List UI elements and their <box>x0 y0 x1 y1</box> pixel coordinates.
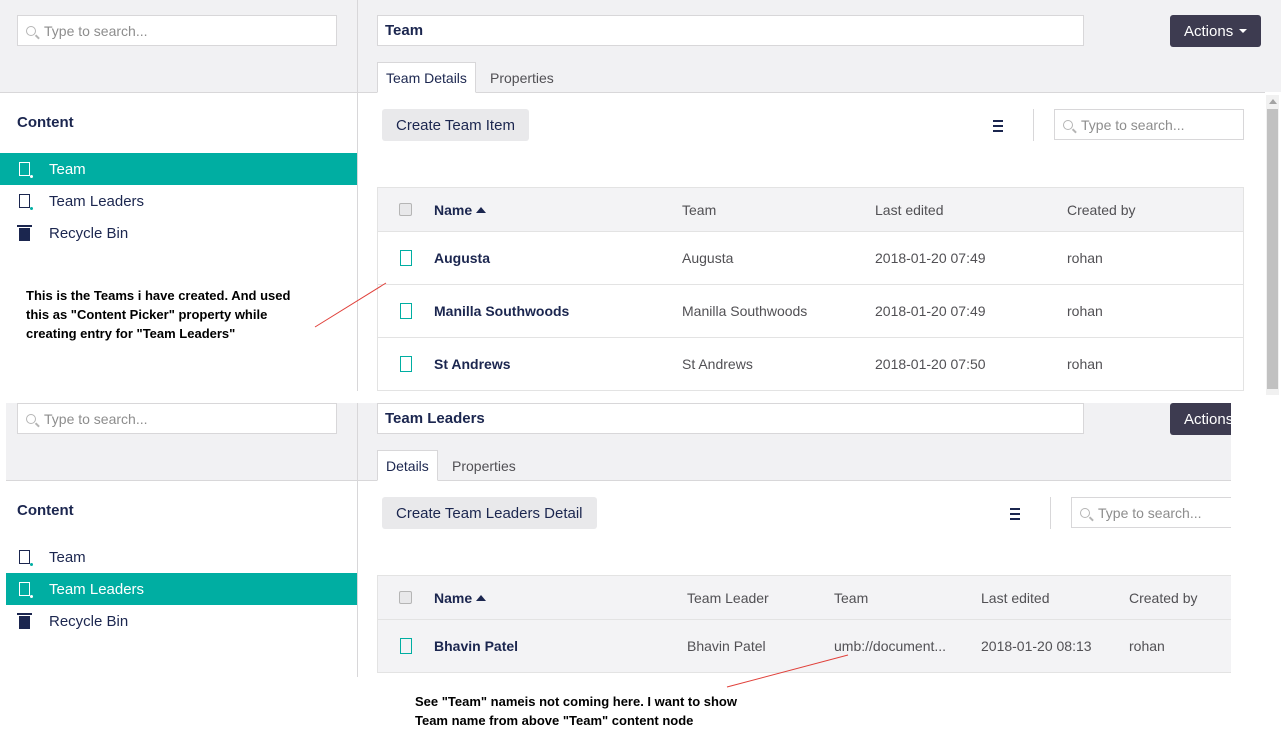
annotation-line-1 <box>314 282 387 328</box>
annotation-line-2 <box>726 654 849 688</box>
annotation-arrows <box>314 282 849 688</box>
